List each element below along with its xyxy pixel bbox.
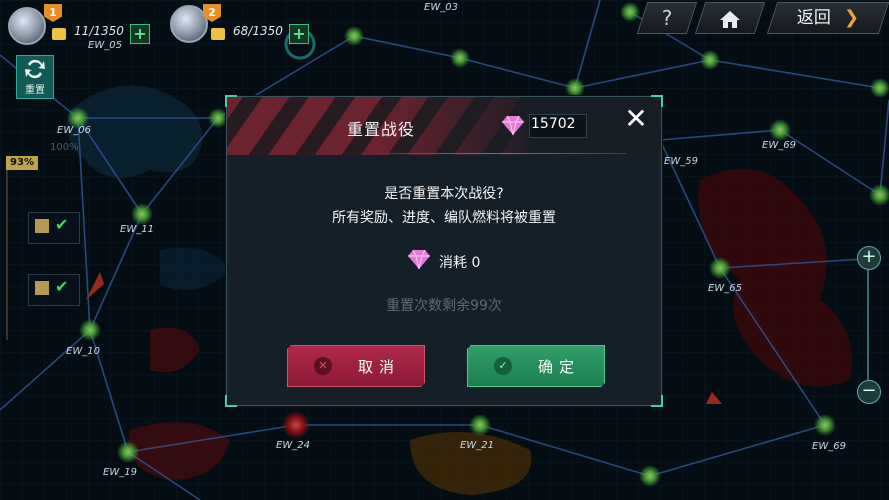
node-label: EW_24 — [276, 440, 310, 451]
team-2-status[interactable]: 2 68/1350 + — [165, 4, 315, 44]
fuel-icon — [211, 28, 225, 40]
back-label: 返回 — [796, 8, 831, 28]
remaining-resets: 重置次数剩余99次 — [386, 298, 502, 314]
refresh-icon — [25, 59, 45, 79]
node-label: EW_03 — [424, 2, 458, 13]
home-icon — [701, 3, 759, 33]
reset-label: 重置 — [25, 85, 45, 96]
dialog-corner — [225, 395, 237, 407]
node-label: EW_19 — [103, 467, 137, 478]
progress-track — [6, 170, 8, 340]
confirm-question: 是否重置本次战役? — [384, 186, 504, 202]
check-icon: ✔ — [55, 277, 69, 296]
header-divider — [377, 153, 627, 154]
node-label: EW_65 — [708, 283, 742, 294]
node-label: EW_11 — [120, 224, 154, 235]
gem-balance: 15702 — [531, 116, 576, 132]
reset-warning: 所有奖励、进度、编队燃料将被重置 — [332, 210, 556, 226]
gem-icon — [407, 247, 430, 270]
add-fuel-button[interactable]: + — [289, 24, 309, 44]
dialog-title: 重置战役 — [347, 120, 416, 139]
help-button[interactable]: ? — [636, 2, 698, 34]
node-label: EW_69 — [812, 441, 846, 452]
node-label: EW_21 — [460, 440, 494, 451]
fuel-count: 68/1350 — [233, 24, 283, 38]
zoom-track — [867, 270, 869, 380]
confirm-button[interactable]: ✓ 确定 — [467, 345, 605, 387]
fuel-count: 11/1350 — [74, 24, 124, 38]
reward-box[interactable]: ✔ — [28, 212, 80, 244]
completion-percent: 93% — [6, 156, 38, 170]
zoom-out-button[interactable]: − — [857, 380, 881, 404]
level-badge: 1 — [44, 4, 62, 22]
cancel-button[interactable]: ✕ 取消 — [287, 345, 425, 387]
gift-icon — [35, 281, 49, 295]
node-label: EW_10 — [66, 346, 100, 357]
reward-box[interactable]: ✔ — [28, 274, 80, 306]
dialog-header: 重置战役 15702 ✕ — [227, 97, 661, 155]
home-button[interactable] — [694, 2, 766, 34]
chevron-right-icon: ❯ — [844, 7, 860, 28]
commander-avatar — [8, 7, 46, 45]
confirm-label: 确定 — [538, 358, 581, 376]
dialog-corner — [651, 395, 663, 407]
zoom-in-button[interactable]: + — [857, 246, 881, 270]
reset-cost: 消耗 0 — [439, 255, 481, 271]
check-icon: ✔ — [55, 215, 69, 234]
commander-avatar — [170, 5, 208, 43]
cancel-label: 取消 — [358, 358, 401, 376]
reset-campaign-button[interactable]: 重置 — [16, 55, 54, 99]
fuel-icon — [52, 28, 66, 40]
cancel-icon: ✕ — [314, 357, 332, 375]
node-label: EW_59 — [664, 156, 698, 167]
gift-icon — [35, 219, 49, 233]
node-label: EW_06 — [57, 125, 91, 136]
faded-percent: 100% — [50, 142, 79, 153]
node-label: EW_69 — [762, 140, 796, 151]
reset-campaign-dialog: 重置战役 15702 ✕ 是否重置本次战役? 所有奖励、进度、编队燃料将被重置 … — [225, 95, 663, 407]
help-icon: ? — [661, 6, 673, 30]
add-fuel-button[interactable]: + — [130, 24, 150, 44]
team-1-status[interactable]: 1 11/1350 + — [0, 4, 155, 45]
back-button[interactable]: 返回 ❯ — [766, 2, 889, 34]
gem-icon — [501, 113, 524, 136]
close-button[interactable]: ✕ — [622, 105, 650, 133]
check-icon: ✓ — [494, 357, 512, 375]
